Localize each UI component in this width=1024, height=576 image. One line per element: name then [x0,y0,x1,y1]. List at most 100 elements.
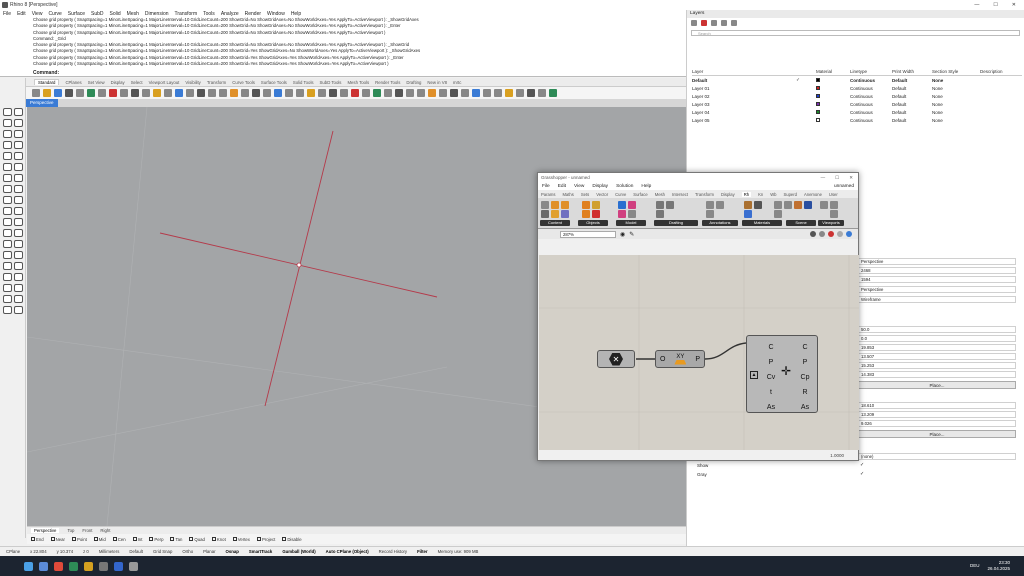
preview-icon[interactable] [810,231,816,237]
toolbar-button-icon[interactable] [428,89,436,97]
tab-mrtc[interactable]: mrtc [453,80,461,85]
property-field[interactable]: 14.383 [858,371,1016,378]
property-field[interactable]: 18.610 [858,402,1016,409]
place-button[interactable]: Place... [858,430,1016,438]
menu-curve[interactable]: Curve [48,11,61,17]
toolbar-button-icon[interactable] [230,89,238,97]
toolbar-button-icon[interactable] [153,89,161,97]
input-c[interactable]: C [765,340,777,355]
toolbar-button-icon[interactable] [351,89,359,97]
tool-button-icon[interactable] [3,251,12,259]
status-smarttrack[interactable]: SmartTrack [249,549,272,554]
toolbar-button-icon[interactable] [461,89,469,97]
toolbar-button-icon[interactable] [417,89,425,97]
status-units[interactable]: Millimeters [99,549,120,554]
toolbar-button-icon[interactable] [406,89,414,97]
tab-set-view[interactable]: Set View [88,80,105,85]
new-layer-icon[interactable] [691,20,697,26]
toolbar-button-icon[interactable] [54,89,62,97]
tool-button-icon[interactable] [3,207,12,215]
toolbar-button-icon[interactable] [219,89,227,97]
component-icon[interactable] [561,210,569,218]
property-field[interactable]: 1594 [858,276,1016,283]
tool-button-icon[interactable] [14,163,23,171]
category-scene[interactable]: Scene [786,220,816,226]
layer-row-05[interactable]: Layer 05 Continuous Default None [692,116,1022,124]
gh-tab-vector[interactable]: Vector [596,192,608,197]
property-field[interactable]: 50.0 [858,326,1016,333]
draw-icon[interactable]: ✎ [629,231,634,238]
xy-plane-component[interactable]: O XY P [655,350,705,368]
tool-button-icon[interactable] [14,207,23,215]
menu-render[interactable]: Render [245,11,261,17]
component-icon[interactable] [744,201,752,209]
toolbar-button-icon[interactable] [274,89,282,97]
osnap-near[interactable]: Near [50,537,65,542]
tool-button-icon[interactable] [14,196,23,204]
layers-search-input[interactable]: Search [691,30,1020,36]
gh-menu-help[interactable]: Help [641,184,651,189]
gh-menu-display[interactable]: Display [592,184,608,189]
status-ortho[interactable]: Ortho [182,549,193,554]
component-icon[interactable] [666,201,674,209]
osnap-vertex[interactable]: Vertex [232,537,250,542]
layer-row-04[interactable]: Layer 04 Continuous Default None [692,108,1022,116]
layer-color-swatch[interactable] [816,86,820,91]
tool-button-icon[interactable] [3,152,12,160]
toolbar-button-icon[interactable] [263,89,271,97]
tool-button-icon[interactable] [14,141,23,149]
layer-color-swatch[interactable] [816,110,820,115]
component-icon[interactable] [656,210,664,218]
tab-visibility[interactable]: Visibility [185,80,200,85]
menu-edit[interactable]: Edit [17,11,26,17]
tab-display[interactable]: Display [111,80,125,85]
property-field[interactable]: Perspective [858,286,1016,293]
gh-tab-intersect[interactable]: Intersect [672,192,688,197]
toolbar-button-icon[interactable] [472,89,480,97]
menu-view[interactable]: View [32,11,43,17]
tab-front[interactable]: Front [82,528,92,533]
taskbar-app-icon[interactable] [99,561,108,571]
osnap-knot[interactable]: Knot [211,537,226,542]
component-icon[interactable] [716,201,724,209]
tool-button-icon[interactable] [3,130,12,138]
start-icon[interactable] [24,561,33,571]
maximize-icon[interactable]: ☐ [835,173,839,182]
component-icon[interactable] [582,201,590,209]
toolbar-button-icon[interactable] [32,89,40,97]
tool-button-icon[interactable] [14,273,23,281]
taskbar-app-icon[interactable] [129,561,138,571]
osnap-disable[interactable]: Disable [282,537,302,542]
toolbar-button-icon[interactable] [494,89,502,97]
tab-standard[interactable]: Standard [34,79,60,85]
tab-drafting[interactable]: Drafting [406,80,421,85]
component-icon[interactable] [754,201,762,209]
gh-tab-superd[interactable]: Superd [783,192,797,197]
status-layer[interactable]: Default [129,549,143,554]
tool-button-icon[interactable] [3,229,12,237]
tab-render-tools[interactable]: Render Tools [375,80,400,85]
curve-frame-component[interactable]: C P Cv t As ▲ ✛ C P Cp R As [746,335,818,413]
category-materials[interactable]: Materials [742,220,782,226]
toolbar-button-icon[interactable] [120,89,128,97]
gh-menu-view[interactable]: View [574,184,584,189]
property-field[interactable]: Perspective [858,258,1016,265]
taskbar-app-icon[interactable] [114,561,123,571]
gh-tab-wb[interactable]: Wb [770,192,776,197]
gh-tab-anemone[interactable]: Anemone [804,192,822,197]
menu-window[interactable]: Window [267,11,285,17]
layer-color-swatch[interactable] [816,118,820,123]
tool-button-icon[interactable] [14,284,23,292]
toolbar-button-icon[interactable] [505,89,513,97]
component-icon[interactable] [784,201,792,209]
tool-button-icon[interactable] [14,218,23,226]
gh-tab-params[interactable]: Params [541,192,555,197]
property-field[interactable]: 2468 [858,267,1016,274]
command-history[interactable]: Choose grid property ( SnapSpacing=1 Min… [0,17,686,71]
component-icon[interactable] [744,210,752,218]
osnap-tan[interactable]: Tan [170,537,182,542]
status-cplane[interactable]: CPlane [6,549,20,554]
origin-point[interactable] [296,262,302,268]
menu-mesh[interactable]: Mesh [127,11,139,17]
status-planar[interactable]: Planar [203,549,215,554]
